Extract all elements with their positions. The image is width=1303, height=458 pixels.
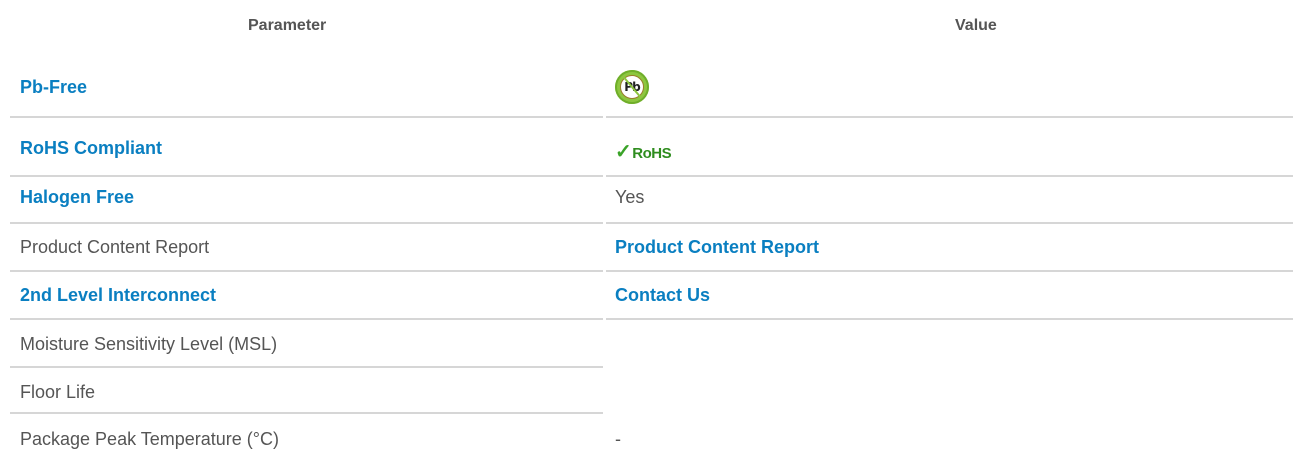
row-divider bbox=[10, 175, 603, 177]
header-value: Value bbox=[955, 17, 997, 34]
row-divider bbox=[10, 366, 603, 368]
param-rohs-compliant-link[interactable]: RoHS Compliant bbox=[20, 137, 162, 159]
row-divider bbox=[606, 222, 1293, 224]
param-halogen-free-link[interactable]: Halogen Free bbox=[20, 186, 134, 208]
row-divider bbox=[606, 116, 1293, 118]
checkmark-icon: ✓ bbox=[615, 141, 632, 163]
product-content-report-link[interactable]: Product Content Report bbox=[615, 236, 819, 258]
value-package-peak-temperature: - bbox=[615, 429, 621, 449]
row-divider bbox=[10, 270, 603, 272]
rohs-label: RoHS bbox=[632, 145, 672, 162]
row-divider bbox=[10, 116, 603, 118]
row-divider bbox=[606, 175, 1293, 177]
parameter-table: Parameter Value Pb-Free Pb RoHS Complian… bbox=[0, 0, 1303, 458]
row-divider bbox=[10, 222, 603, 224]
row-divider bbox=[10, 318, 603, 320]
row-divider bbox=[606, 318, 1293, 320]
row-divider bbox=[10, 412, 603, 414]
param-pb-free-link[interactable]: Pb-Free bbox=[20, 76, 87, 98]
contact-us-link[interactable]: Contact Us bbox=[615, 284, 710, 306]
rohs-compliant-icon: ✓ RoHS bbox=[615, 140, 672, 163]
row-divider bbox=[606, 270, 1293, 272]
param-package-peak-temperature: Package Peak Temperature (°C) bbox=[20, 429, 279, 449]
value-halogen-free: Yes bbox=[615, 187, 645, 207]
param-floor-life: Floor Life bbox=[20, 382, 96, 402]
param-2nd-level-interconnect-link[interactable]: 2nd Level Interconnect bbox=[20, 284, 216, 306]
param-moisture-sensitivity-level: Moisture Sensitivity Level (MSL) bbox=[20, 334, 278, 354]
header-parameter: Parameter bbox=[248, 17, 327, 34]
pb-free-icon: Pb bbox=[615, 70, 649, 104]
param-product-content-report: Product Content Report bbox=[20, 237, 210, 257]
